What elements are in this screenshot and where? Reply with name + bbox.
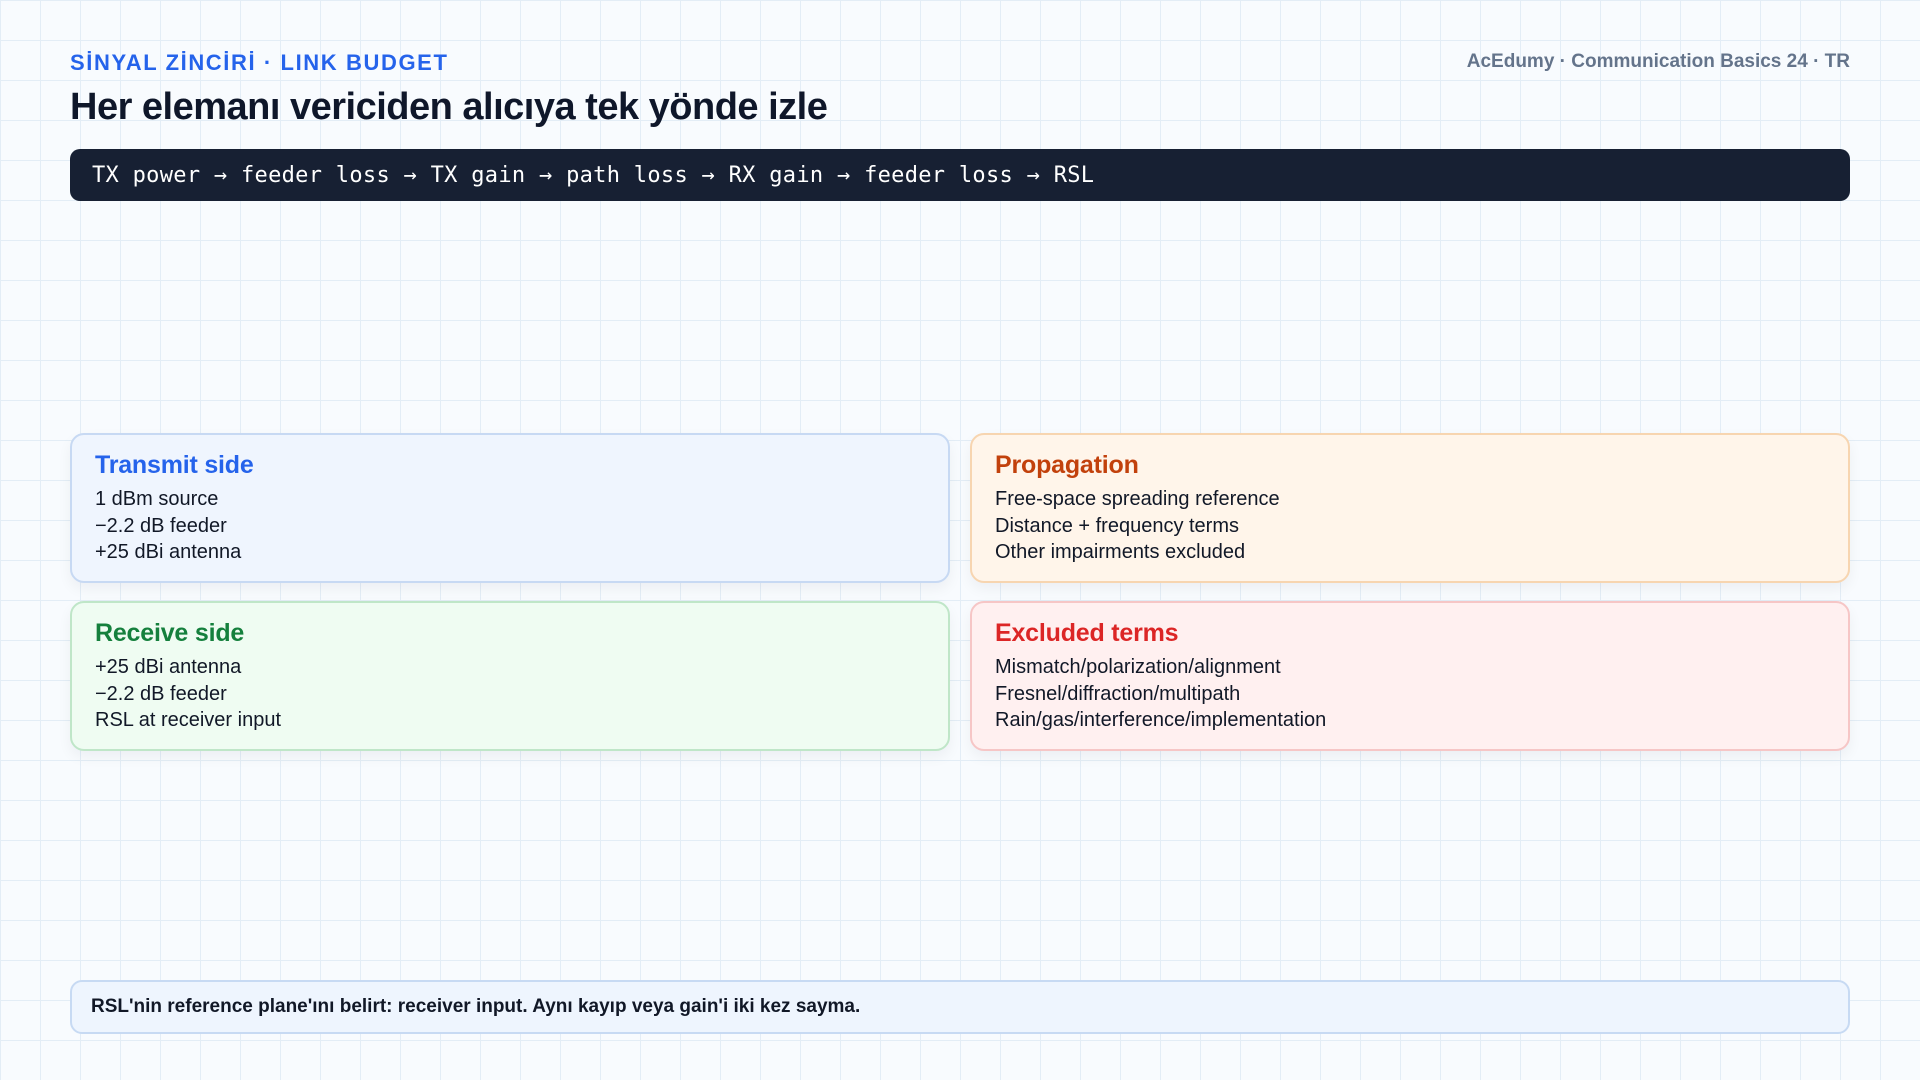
slide: SİNYAL ZİNCİRİ · LINK BUDGET AcEdumy · C… — [70, 0, 1850, 1080]
card-title: Excluded terms — [995, 619, 1179, 647]
card-line: Rain/gas/interference/implementation — [995, 709, 1327, 731]
card-line: Free-space spreading reference — [995, 488, 1280, 510]
signal-chain-text: TX power → feeder loss → TX gain → path … — [92, 162, 1095, 188]
excluded-terms-card: Excluded terms Mismatch/polarization/ali… — [970, 601, 1850, 751]
card-title: Propagation — [995, 451, 1139, 479]
card-line: −2.2 dB feeder — [95, 514, 227, 537]
propagation-card: Propagation Free-space spreading referen… — [970, 433, 1850, 583]
card-line: Mismatch/polarization/alignment — [995, 656, 1281, 678]
footer-note: RSL'nin reference plane'ını belirt: rece… — [70, 980, 1850, 1034]
transmit-side-card: Transmit side 1 dBm source −2.2 dB feede… — [70, 433, 950, 583]
card-line: −2.2 dB feeder — [95, 682, 227, 705]
card-line: 1 dBm source — [95, 488, 219, 510]
card-title: Transmit side — [95, 451, 254, 479]
receive-side-card: Receive side +25 dBi antenna −2.2 dB fee… — [70, 601, 950, 751]
card-line: Other impairments excluded — [995, 541, 1246, 563]
card-grid: Transmit side 1 dBm source −2.2 dB feede… — [70, 433, 1850, 751]
brand-label: AcEdumy · Communication Basics 24 · TR — [1466, 51, 1850, 72]
card-title: Receive side — [95, 619, 245, 647]
section-kicker: SİNYAL ZİNCİRİ · LINK BUDGET — [70, 50, 449, 75]
signal-chain-bar: TX power → feeder loss → TX gain → path … — [70, 149, 1850, 201]
card-line: +25 dBi antenna — [95, 541, 242, 563]
card-line: Distance + frequency terms — [995, 514, 1239, 537]
card-line: Fresnel/diffraction/multipath — [995, 682, 1241, 705]
card-line: +25 dBi antenna — [95, 656, 242, 678]
page-title: Her elemanı vericiden alıcıya tek yönde … — [70, 86, 828, 128]
card-line: RSL at receiver input — [95, 709, 282, 731]
footer-note-text: RSL'nin reference plane'ını belirt: rece… — [91, 996, 861, 1017]
